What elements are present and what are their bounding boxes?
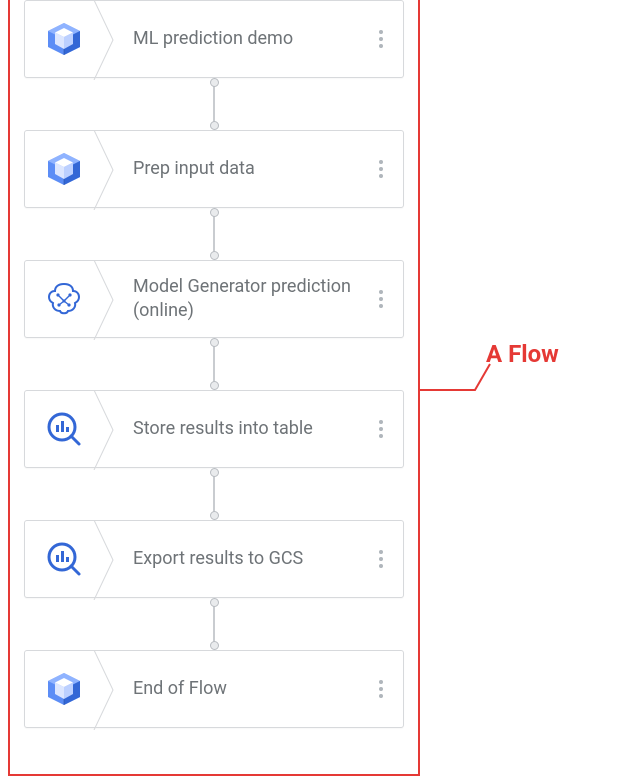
- flow-node[interactable]: ML prediction demo: [24, 0, 404, 78]
- kebab-menu-icon[interactable]: [359, 1, 403, 77]
- flow-node[interactable]: Export results to GCS: [24, 520, 404, 598]
- brain-chip-icon: [25, 261, 103, 337]
- connector: [213, 338, 215, 390]
- flow-node[interactable]: Store results into table: [24, 390, 404, 468]
- node-label: Store results into table: [103, 417, 359, 441]
- node-label: ML prediction demo: [103, 27, 359, 51]
- query-lens-icon: [25, 391, 103, 467]
- kebab-menu-icon[interactable]: [359, 651, 403, 727]
- flow-node[interactable]: End of Flow: [24, 650, 404, 728]
- connector: [213, 598, 215, 650]
- node-label: Model Generator prediction (online): [103, 275, 359, 324]
- cube-icon: [25, 651, 103, 727]
- kebab-menu-icon[interactable]: [359, 131, 403, 207]
- kebab-menu-icon[interactable]: [359, 391, 403, 467]
- kebab-menu-icon[interactable]: [359, 521, 403, 597]
- connector: [213, 208, 215, 260]
- connector: [213, 78, 215, 130]
- cube-icon: [25, 1, 103, 77]
- query-lens-icon: [25, 521, 103, 597]
- flow-node[interactable]: Model Generator prediction (online): [24, 260, 404, 338]
- node-label: Export results to GCS: [103, 547, 359, 571]
- flow-column: ML prediction demo Prep input data Model G…: [24, 0, 404, 728]
- kebab-menu-icon[interactable]: [359, 261, 403, 337]
- callout-label: A Flow: [486, 340, 559, 368]
- node-label: Prep input data: [103, 157, 359, 181]
- connector: [213, 468, 215, 520]
- node-label: End of Flow: [103, 677, 359, 701]
- flow-node[interactable]: Prep input data: [24, 130, 404, 208]
- cube-icon: [25, 131, 103, 207]
- flow-callout: A Flow: [420, 362, 610, 422]
